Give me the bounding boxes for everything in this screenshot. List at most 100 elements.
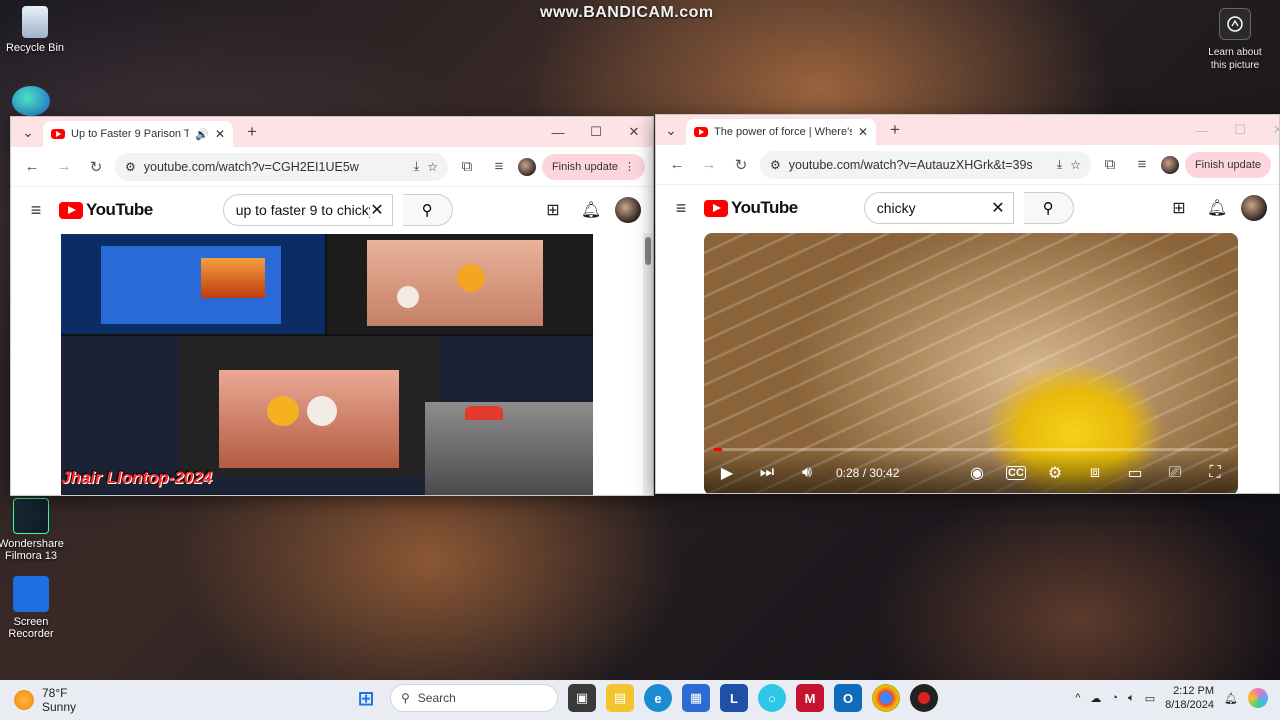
- window-controls: — ☐ ✕: [539, 117, 653, 147]
- chrome-icon[interactable]: [872, 684, 900, 712]
- notification-bell-icon[interactable]: 🔔︎: [1224, 692, 1238, 705]
- theater-mode-icon[interactable]: ▭: [1124, 463, 1146, 483]
- tab-active[interactable]: Up to Faster 9 Parison To W 🔊 ✕: [43, 121, 233, 147]
- tab-close-icon[interactable]: ✕: [858, 125, 868, 139]
- edge-desktop-icon[interactable]: [12, 86, 50, 116]
- play-icon[interactable]: ▶: [716, 463, 738, 483]
- outlook-icon[interactable]: O: [834, 684, 862, 712]
- extensions-icon[interactable]: ⧉: [1097, 156, 1123, 173]
- omnibox[interactable]: ⚙ youtube.com/watch?v=CGH2EI1UE5w ⤓ ☆: [115, 152, 448, 181]
- desktop-icon-screen-recorder[interactable]: Screen Recorder: [0, 576, 66, 640]
- weather-widget[interactable]: 78°F Sunny: [14, 686, 76, 714]
- file-explorer-icon[interactable]: ▤: [606, 684, 634, 712]
- notifications-bell-icon[interactable]: 🔔︎: [577, 200, 605, 220]
- copilot-icon[interactable]: [1248, 688, 1268, 708]
- more-menu-icon[interactable]: ⋮: [624, 160, 635, 173]
- omnibox[interactable]: ⚙ youtube.com/watch?v=AutauzXHGrk&t=39s …: [760, 150, 1091, 179]
- onedrive-icon[interactable]: ☁: [1090, 692, 1101, 705]
- desktop-icon-filmora[interactable]: Wondershare Filmora 13: [0, 498, 66, 562]
- taskbar-apps: ⊞ ⚲ Search ▣ ▤ e ▦ L ○ M O: [352, 684, 938, 712]
- close-window-icon[interactable]: ✕: [1259, 122, 1279, 138]
- youtube-logo[interactable]: YouTube: [59, 200, 153, 220]
- miniplayer-icon[interactable]: ⧈: [1084, 464, 1106, 482]
- new-tab-button[interactable]: +: [884, 120, 906, 140]
- back-icon[interactable]: ←: [664, 156, 690, 173]
- create-video-icon[interactable]: ⊞: [539, 200, 567, 220]
- tab-search-chevron-icon[interactable]: ⌄: [17, 124, 39, 141]
- bookmark-star-icon[interactable]: ☆: [1070, 158, 1081, 172]
- youtube-search-button[interactable]: ⚲: [402, 194, 453, 226]
- video-control-bar: ▶ ⏭ 🔊︎ 0:28 / 30:42 ◉ CC ⚙ ⧈ ▭ ⎚ ⛶: [704, 451, 1238, 493]
- finish-update-button[interactable]: Finish update ⋮: [541, 153, 645, 180]
- wifi-icon[interactable]: ◔: [1111, 692, 1118, 704]
- desktop-icon-recycle-bin[interactable]: Recycle Bin: [0, 6, 70, 54]
- forward-icon[interactable]: →: [51, 158, 77, 175]
- forward-icon[interactable]: →: [696, 156, 722, 173]
- mcafee-icon[interactable]: M: [796, 684, 824, 712]
- menu-hamburger-icon[interactable]: ≡: [668, 198, 694, 219]
- youtube-search-button[interactable]: ⚲: [1023, 192, 1074, 224]
- audio-playing-icon[interactable]: 🔊: [195, 128, 209, 141]
- create-video-icon[interactable]: ⊞: [1165, 198, 1193, 218]
- clock[interactable]: 2:12 PM 8/18/2024: [1165, 684, 1214, 712]
- fullscreen-icon[interactable]: ⛶: [1204, 464, 1226, 482]
- account-avatar[interactable]: [615, 197, 641, 223]
- edge-icon[interactable]: e: [644, 684, 672, 712]
- tab-active[interactable]: The power of force | Where's Ch ✕: [686, 119, 876, 145]
- next-video-icon[interactable]: ⏭: [756, 464, 778, 482]
- media-controls-icon[interactable]: ≡: [1129, 156, 1155, 173]
- media-controls-icon[interactable]: ≡: [486, 158, 512, 175]
- search-query: up to faster 9 to chicky: [235, 202, 371, 218]
- youtube-search-input[interactable]: up to faster 9 to chicky ✕: [222, 194, 393, 226]
- clear-search-icon[interactable]: ✕: [370, 200, 383, 220]
- tab-search-chevron-icon[interactable]: ⌄: [660, 122, 682, 139]
- youtube-favicon-icon: [51, 129, 65, 139]
- page-scrollbar[interactable]: [643, 233, 653, 495]
- scrollbar-thumb[interactable]: [645, 237, 651, 265]
- extensions-icon[interactable]: ⧉: [454, 158, 480, 175]
- show-hidden-icons-icon[interactable]: ^: [1075, 692, 1080, 704]
- site-info-icon[interactable]: ⚙: [125, 160, 136, 174]
- captions-icon[interactable]: CC: [1006, 466, 1026, 480]
- youtube-logo[interactable]: YouTube: [704, 198, 798, 218]
- reload-icon[interactable]: ↻: [83, 158, 109, 176]
- battery-icon[interactable]: ▭: [1145, 692, 1155, 705]
- microsoft-store-icon[interactable]: ▦: [682, 684, 710, 712]
- video-player-right[interactable]: ▶ ⏭ 🔊︎ 0:28 / 30:42 ◉ CC ⚙ ⧈ ▭ ⎚ ⛶: [704, 233, 1238, 493]
- clear-search-icon[interactable]: ✕: [991, 198, 1004, 218]
- bandicam-icon[interactable]: [910, 684, 938, 712]
- settings-gear-icon[interactable]: ⚙: [1044, 463, 1066, 483]
- volume-icon[interactable]: 🔊︎: [796, 464, 818, 482]
- profile-avatar[interactable]: [1160, 155, 1179, 174]
- tab-close-icon[interactable]: ✕: [215, 127, 225, 141]
- taskbar-search[interactable]: ⚲ Search: [390, 684, 558, 712]
- profile-avatar[interactable]: [517, 157, 536, 176]
- account-avatar[interactable]: [1241, 195, 1267, 221]
- address-bar-row: ← → ↻ ⚙ youtube.com/watch?v=CGH2EI1UE5w …: [11, 147, 653, 187]
- youtube-search-input[interactable]: chicky ✕: [863, 192, 1014, 224]
- speaker-icon[interactable]: 🔈︎: [1128, 692, 1135, 705]
- minimize-icon[interactable]: —: [539, 125, 577, 140]
- reload-icon[interactable]: ↻: [728, 156, 754, 174]
- install-app-icon[interactable]: ⤓: [414, 159, 419, 174]
- circle-app-icon[interactable]: ○: [758, 684, 786, 712]
- task-view-icon[interactable]: ▣: [568, 684, 596, 712]
- minimize-icon[interactable]: —: [1183, 123, 1221, 138]
- autoplay-toggle[interactable]: ◉: [966, 463, 988, 483]
- back-icon[interactable]: ←: [19, 158, 45, 175]
- learn-about-picture[interactable]: Learn about this picture: [1200, 8, 1270, 72]
- maximize-icon[interactable]: ☐: [577, 124, 615, 140]
- site-info-icon[interactable]: ⚙: [770, 158, 781, 172]
- video-player-left[interactable]: Jhair Llontop-2024: [61, 234, 593, 495]
- menu-hamburger-icon[interactable]: ≡: [23, 200, 49, 221]
- new-tab-button[interactable]: +: [241, 122, 263, 142]
- start-windows-icon[interactable]: ⊞: [352, 684, 380, 712]
- bookmark-star-icon[interactable]: ☆: [427, 160, 438, 174]
- cast-icon[interactable]: ⎚: [1164, 464, 1186, 482]
- install-app-icon[interactable]: ⤓: [1057, 157, 1062, 172]
- l-app-icon[interactable]: L: [720, 684, 748, 712]
- close-window-icon[interactable]: ✕: [615, 124, 653, 140]
- finish-update-button[interactable]: Finish update: [1184, 151, 1271, 178]
- notifications-bell-icon[interactable]: 🔔︎: [1203, 198, 1231, 218]
- maximize-icon[interactable]: ☐: [1221, 122, 1259, 138]
